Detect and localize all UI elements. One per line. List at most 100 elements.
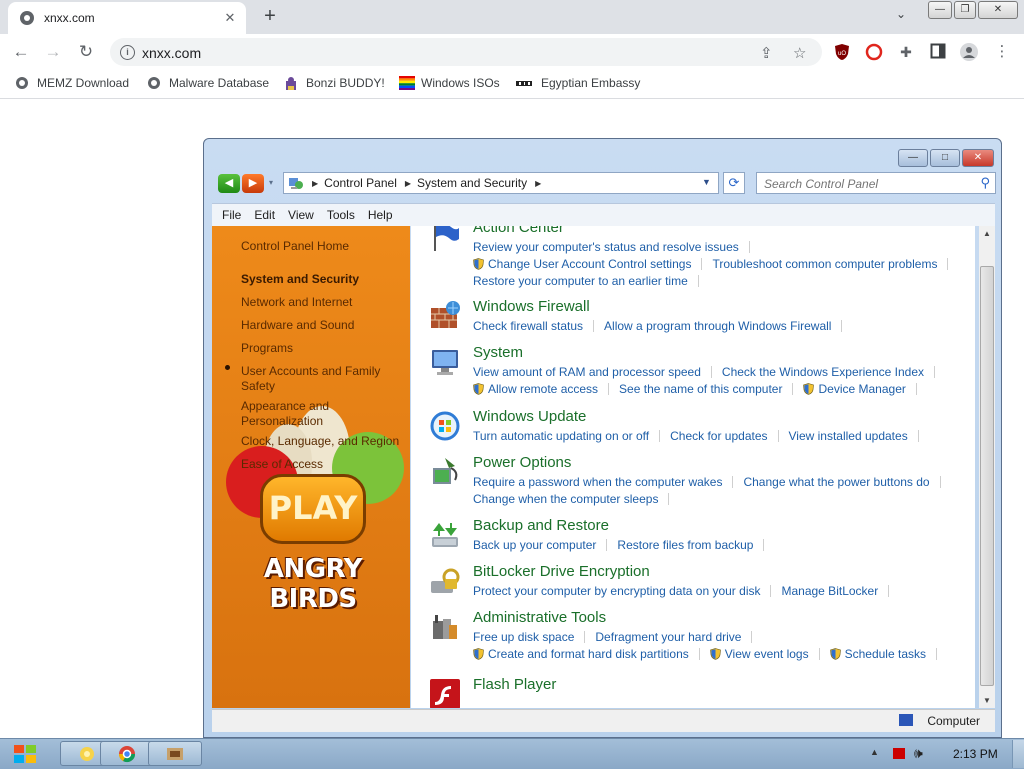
breadcrumb-system-security[interactable]: System and Security xyxy=(417,176,527,190)
close-window-button[interactable]: ✕ xyxy=(978,1,1018,19)
kebab-menu-icon[interactable]: ⋮ xyxy=(993,43,1011,61)
task-link[interactable]: Back up your computer xyxy=(473,538,596,552)
browser-tab[interactable]: xnxx.com ✕ xyxy=(8,2,246,34)
bitlocker-icon[interactable] xyxy=(429,565,461,597)
task-title[interactable]: BitLocker Drive Encryption xyxy=(473,563,650,580)
nav-clock-region[interactable]: Clock, Language, and Region xyxy=(241,434,406,449)
windows-update-icon[interactable] xyxy=(429,410,461,442)
scroll-down-icon[interactable]: ▼ xyxy=(979,696,995,705)
task-link[interactable]: Change when the computer sleeps xyxy=(473,492,658,506)
bookmark-malware-database[interactable]: Malware Database xyxy=(147,76,269,90)
task-link[interactable]: Troubleshoot common computer problems xyxy=(712,257,937,271)
forward-arrow-icon[interactable]: → xyxy=(42,42,64,62)
bookmark-windows-isos[interactable]: Windows ISOs xyxy=(399,76,500,90)
task-title[interactable]: System xyxy=(473,344,523,361)
firewall-icon[interactable] xyxy=(429,300,461,332)
new-tab-button[interactable]: + xyxy=(258,5,282,28)
task-link[interactable]: View installed updates xyxy=(789,429,908,443)
task-title[interactable]: Windows Firewall xyxy=(473,298,590,315)
address-bar[interactable]: i xnxx.com ⇪ ☆ xyxy=(110,38,822,66)
task-link[interactable]: View amount of RAM and processor speed xyxy=(473,365,701,379)
breadcrumb-separator-icon[interactable]: ▶ xyxy=(312,179,318,188)
minimize-button[interactable]: — xyxy=(928,1,952,19)
scroll-thumb[interactable] xyxy=(980,266,994,686)
task-title[interactable]: Administrative Tools xyxy=(473,609,606,626)
task-link[interactable]: Defragment your hard drive xyxy=(595,630,741,644)
power-options-icon[interactable] xyxy=(429,456,461,488)
search-input[interactable] xyxy=(762,176,971,192)
menu-view[interactable]: View xyxy=(288,208,314,222)
tab-search-icon[interactable]: ⌄ xyxy=(896,7,906,21)
ublock-extension-icon[interactable]: uO xyxy=(833,43,851,61)
task-link[interactable]: Device Manager xyxy=(818,382,905,396)
restore-button[interactable]: ❐ xyxy=(954,1,976,19)
nav-system-security[interactable]: System and Security xyxy=(241,272,406,287)
breadcrumb[interactable]: ▶ Control Panel ▶ System and Security ▶ … xyxy=(283,172,719,194)
back-arrow-icon[interactable]: ◀ xyxy=(218,174,240,193)
breadcrumb-separator-icon[interactable]: ▶ xyxy=(405,179,411,188)
flag-icon[interactable] xyxy=(429,226,461,253)
breadcrumb-control-panel[interactable]: Control Panel xyxy=(324,176,397,190)
task-link[interactable]: Protect your computer by encrypting data… xyxy=(473,584,760,598)
menu-file[interactable]: File xyxy=(222,208,241,222)
window-close-button[interactable]: ✕ xyxy=(962,149,994,167)
forward-arrow-icon[interactable]: ▶ xyxy=(242,174,264,193)
system-icon[interactable] xyxy=(429,346,461,378)
taskbar-clock[interactable]: 2:13 PM xyxy=(953,747,998,761)
task-link[interactable]: Change what the power buttons do xyxy=(743,475,929,489)
task-link[interactable]: Allow a program through Windows Firewall xyxy=(604,319,831,333)
task-title[interactable]: Action Center xyxy=(473,226,564,236)
task-link[interactable]: Check firewall status xyxy=(473,319,583,333)
puzzle-extensions-icon[interactable]: ✚ xyxy=(897,43,915,61)
task-link[interactable]: Restore files from backup xyxy=(617,538,753,552)
scroll-up-icon[interactable]: ▲ xyxy=(979,229,995,238)
action-center-flag-icon[interactable] xyxy=(893,748,905,759)
search-control-panel[interactable]: ⚲ xyxy=(756,172,996,194)
back-arrow-icon[interactable]: ← xyxy=(10,42,32,62)
task-link[interactable]: Schedule tasks xyxy=(845,647,926,661)
task-link[interactable]: Require a password when the computer wak… xyxy=(473,475,722,489)
breadcrumb-separator-icon[interactable]: ▶ xyxy=(535,179,541,188)
magnifier-icon[interactable]: ⚲ xyxy=(980,175,990,191)
admin-tools-icon[interactable] xyxy=(429,611,461,643)
window-maximize-button[interactable]: □ xyxy=(930,149,960,167)
nav-appearance[interactable]: Appearance and Personalization xyxy=(241,399,341,429)
task-link[interactable]: Create and format hard disk partitions xyxy=(488,647,689,661)
refresh-icon[interactable]: ⟳ xyxy=(723,172,745,194)
opera-extension-icon[interactable] xyxy=(865,43,883,61)
site-info-icon[interactable]: i xyxy=(120,45,135,60)
side-panel-icon[interactable] xyxy=(929,43,947,61)
taskbar-app-button[interactable] xyxy=(148,741,202,766)
task-link[interactable]: See the name of this computer xyxy=(619,382,782,396)
task-link[interactable]: View event logs xyxy=(725,647,809,661)
task-title[interactable]: Flash Player xyxy=(473,676,556,693)
bookmark-egyptian-embassy[interactable]: Egyptian Embassy xyxy=(515,76,640,90)
task-link[interactable]: Manage BitLocker xyxy=(781,584,878,598)
vertical-scrollbar[interactable]: ▲ ▼ xyxy=(979,226,995,708)
show-hidden-icons-icon[interactable]: ▲ xyxy=(870,747,879,757)
menu-tools[interactable]: Tools xyxy=(327,208,355,222)
backup-icon[interactable] xyxy=(429,519,461,551)
address-dropdown-icon[interactable]: ▼ xyxy=(702,177,711,187)
task-link[interactable]: Allow remote access xyxy=(488,382,598,396)
profile-avatar-icon[interactable] xyxy=(960,43,978,61)
windows-start-icon[interactable] xyxy=(14,745,36,766)
tab-close-icon[interactable]: ✕ xyxy=(222,10,238,26)
nav-control-panel-home[interactable]: Control Panel Home xyxy=(241,239,406,254)
bookmark-bonzi-buddy[interactable]: Bonzi BUDDY! xyxy=(284,76,385,90)
play-ad-button[interactable]: PLAY xyxy=(260,474,366,544)
share-icon[interactable]: ⇪ xyxy=(760,44,773,62)
nav-hardware-sound[interactable]: Hardware and Sound xyxy=(241,318,406,333)
show-desktop-button[interactable] xyxy=(1012,740,1024,768)
menu-edit[interactable]: Edit xyxy=(254,208,275,222)
nav-ease-of-access[interactable]: Ease of Access xyxy=(241,457,406,472)
nav-network-internet[interactable]: Network and Internet xyxy=(241,295,406,310)
nav-programs[interactable]: Programs xyxy=(241,341,406,356)
task-link[interactable]: Turn automatic updating on or off xyxy=(473,429,649,443)
task-link[interactable]: Change User Account Control settings xyxy=(488,257,691,271)
flash-player-icon[interactable] xyxy=(429,678,461,708)
task-title[interactable]: Power Options xyxy=(473,454,571,471)
task-link[interactable]: Review your computer's status and resolv… xyxy=(473,240,739,254)
reload-icon[interactable]: ↻ xyxy=(75,42,97,62)
task-title[interactable]: Windows Update xyxy=(473,408,586,425)
